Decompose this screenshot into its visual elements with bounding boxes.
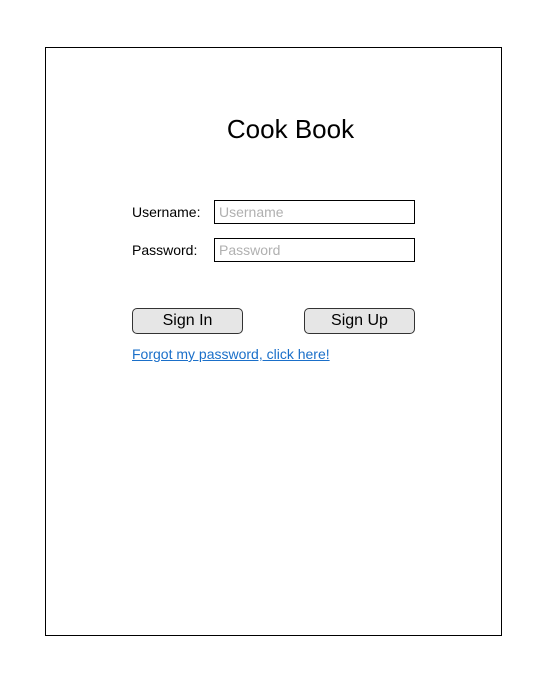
username-field[interactable] [214, 200, 415, 224]
sign-in-button[interactable]: Sign In [132, 308, 243, 334]
password-field[interactable] [214, 238, 415, 262]
password-label: Password: [132, 242, 198, 258]
username-label: Username: [132, 204, 201, 220]
forgot-password-link[interactable]: Forgot my password, click here! [132, 346, 330, 362]
page-title: Cook Book [226, 114, 355, 144]
login-panel: Cook Book Username: Password: Sign In Si… [45, 47, 502, 636]
sign-up-button[interactable]: Sign Up [304, 308, 415, 334]
